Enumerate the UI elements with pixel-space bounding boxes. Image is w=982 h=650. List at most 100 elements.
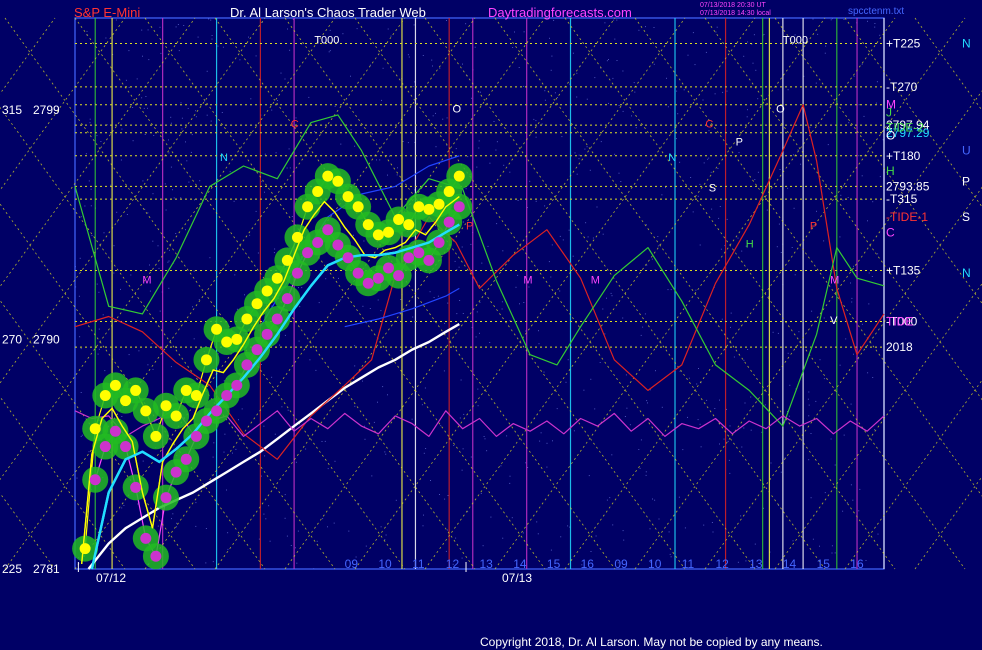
- star-dot: [787, 352, 789, 354]
- high-dot: [160, 400, 172, 412]
- star-dot: [389, 155, 390, 157]
- plot-annotation: S: [709, 182, 716, 194]
- star-dot: [387, 28, 389, 30]
- site-link[interactable]: Daytradingforecasts.com: [488, 5, 632, 20]
- star-dot: [694, 64, 696, 66]
- star-dot: [657, 245, 659, 247]
- low-dot: [372, 272, 384, 284]
- star-dot: [808, 404, 810, 406]
- star-dot: [318, 302, 320, 304]
- star-dot: [439, 67, 441, 69]
- star-dot: [210, 19, 212, 21]
- low-dot: [180, 453, 192, 465]
- star-dot: [239, 59, 241, 61]
- star-dot: [382, 386, 384, 388]
- star-dot: [273, 252, 275, 254]
- hour-tick-label: 15: [817, 557, 831, 571]
- star-dot: [371, 475, 373, 477]
- low-dot: [261, 328, 273, 340]
- star-dot: [559, 290, 561, 292]
- star-dot: [850, 484, 852, 486]
- star-dot: [653, 27, 655, 28]
- hour-tick-label: 12: [715, 557, 729, 571]
- star-dot: [727, 440, 729, 442]
- star-dot: [264, 153, 266, 155]
- star-dot: [157, 245, 159, 247]
- star-dot: [489, 342, 491, 343]
- star-dot: [421, 404, 423, 406]
- star-dot: [682, 449, 684, 451]
- star-dot: [465, 23, 467, 25]
- star-dot: [299, 306, 301, 308]
- star-dot: [183, 25, 185, 26]
- star-dot: [550, 69, 552, 71]
- right-level-label: H: [886, 164, 895, 178]
- star-dot: [858, 104, 860, 106]
- high-dot: [231, 333, 243, 345]
- star-dot: [120, 159, 122, 161]
- star-dot: [562, 497, 564, 499]
- star-dot: [413, 24, 415, 26]
- star-dot: [808, 391, 810, 393]
- star-dot: [287, 409, 289, 411]
- star-dot: [396, 174, 398, 176]
- star-dot: [296, 562, 298, 564]
- star-dot: [830, 19, 832, 21]
- star-dot: [586, 146, 588, 148]
- star-dot: [853, 353, 854, 355]
- hour-tick-label: 09: [614, 557, 628, 571]
- star-dot: [185, 229, 186, 231]
- star-dot: [487, 245, 489, 247]
- star-dot: [121, 416, 123, 417]
- star-dot: [387, 394, 388, 396]
- right-letter-label: S: [962, 210, 970, 224]
- plot-annotation: M: [830, 274, 839, 286]
- star-dot: [629, 424, 631, 426]
- star-dot: [142, 55, 143, 57]
- star-dot: [711, 208, 713, 210]
- star-dot: [148, 59, 150, 61]
- star-dot: [653, 63, 655, 65]
- star-dot: [244, 294, 245, 296]
- star-dot: [608, 59, 609, 60]
- star-dot: [638, 449, 640, 450]
- star-dot: [787, 187, 789, 189]
- star-dot: [688, 377, 690, 379]
- star-dot: [750, 396, 752, 398]
- star-dot: [205, 562, 207, 564]
- star-dot: [453, 445, 455, 446]
- high-dot: [382, 226, 394, 238]
- plot-annotation: P: [810, 221, 817, 233]
- star-dot: [535, 120, 537, 122]
- star-dot: [792, 540, 794, 542]
- star-dot: [843, 434, 845, 436]
- star-dot: [614, 38, 616, 40]
- star-dot: [548, 261, 550, 263]
- star-dot: [839, 364, 841, 366]
- file-name: spcctenm.txt: [848, 6, 904, 17]
- low-dot: [271, 313, 283, 325]
- star-dot: [645, 471, 647, 473]
- star-dot: [164, 183, 166, 185]
- hour-tick-label: 11: [412, 557, 425, 571]
- star-dot: [212, 456, 214, 458]
- hour-tick-label: 11: [682, 557, 695, 571]
- star-dot: [779, 169, 781, 170]
- hour-tick-label: 10: [378, 557, 392, 571]
- star-dot: [430, 480, 431, 481]
- star-dot: [858, 155, 860, 157]
- star-dot: [442, 118, 444, 120]
- star-dot: [411, 418, 413, 420]
- star-dot: [726, 90, 728, 92]
- star-dot: [484, 438, 486, 440]
- fan-line: [774, 283, 982, 570]
- low-dot: [221, 390, 233, 402]
- high-dot: [130, 384, 142, 396]
- high-dot: [372, 229, 384, 241]
- fan-line: [844, 17, 982, 208]
- star-dot: [213, 442, 215, 444]
- low-dot: [200, 415, 212, 427]
- star-dot: [710, 171, 712, 173]
- star-dot: [170, 166, 172, 168]
- star-dot: [567, 359, 569, 361]
